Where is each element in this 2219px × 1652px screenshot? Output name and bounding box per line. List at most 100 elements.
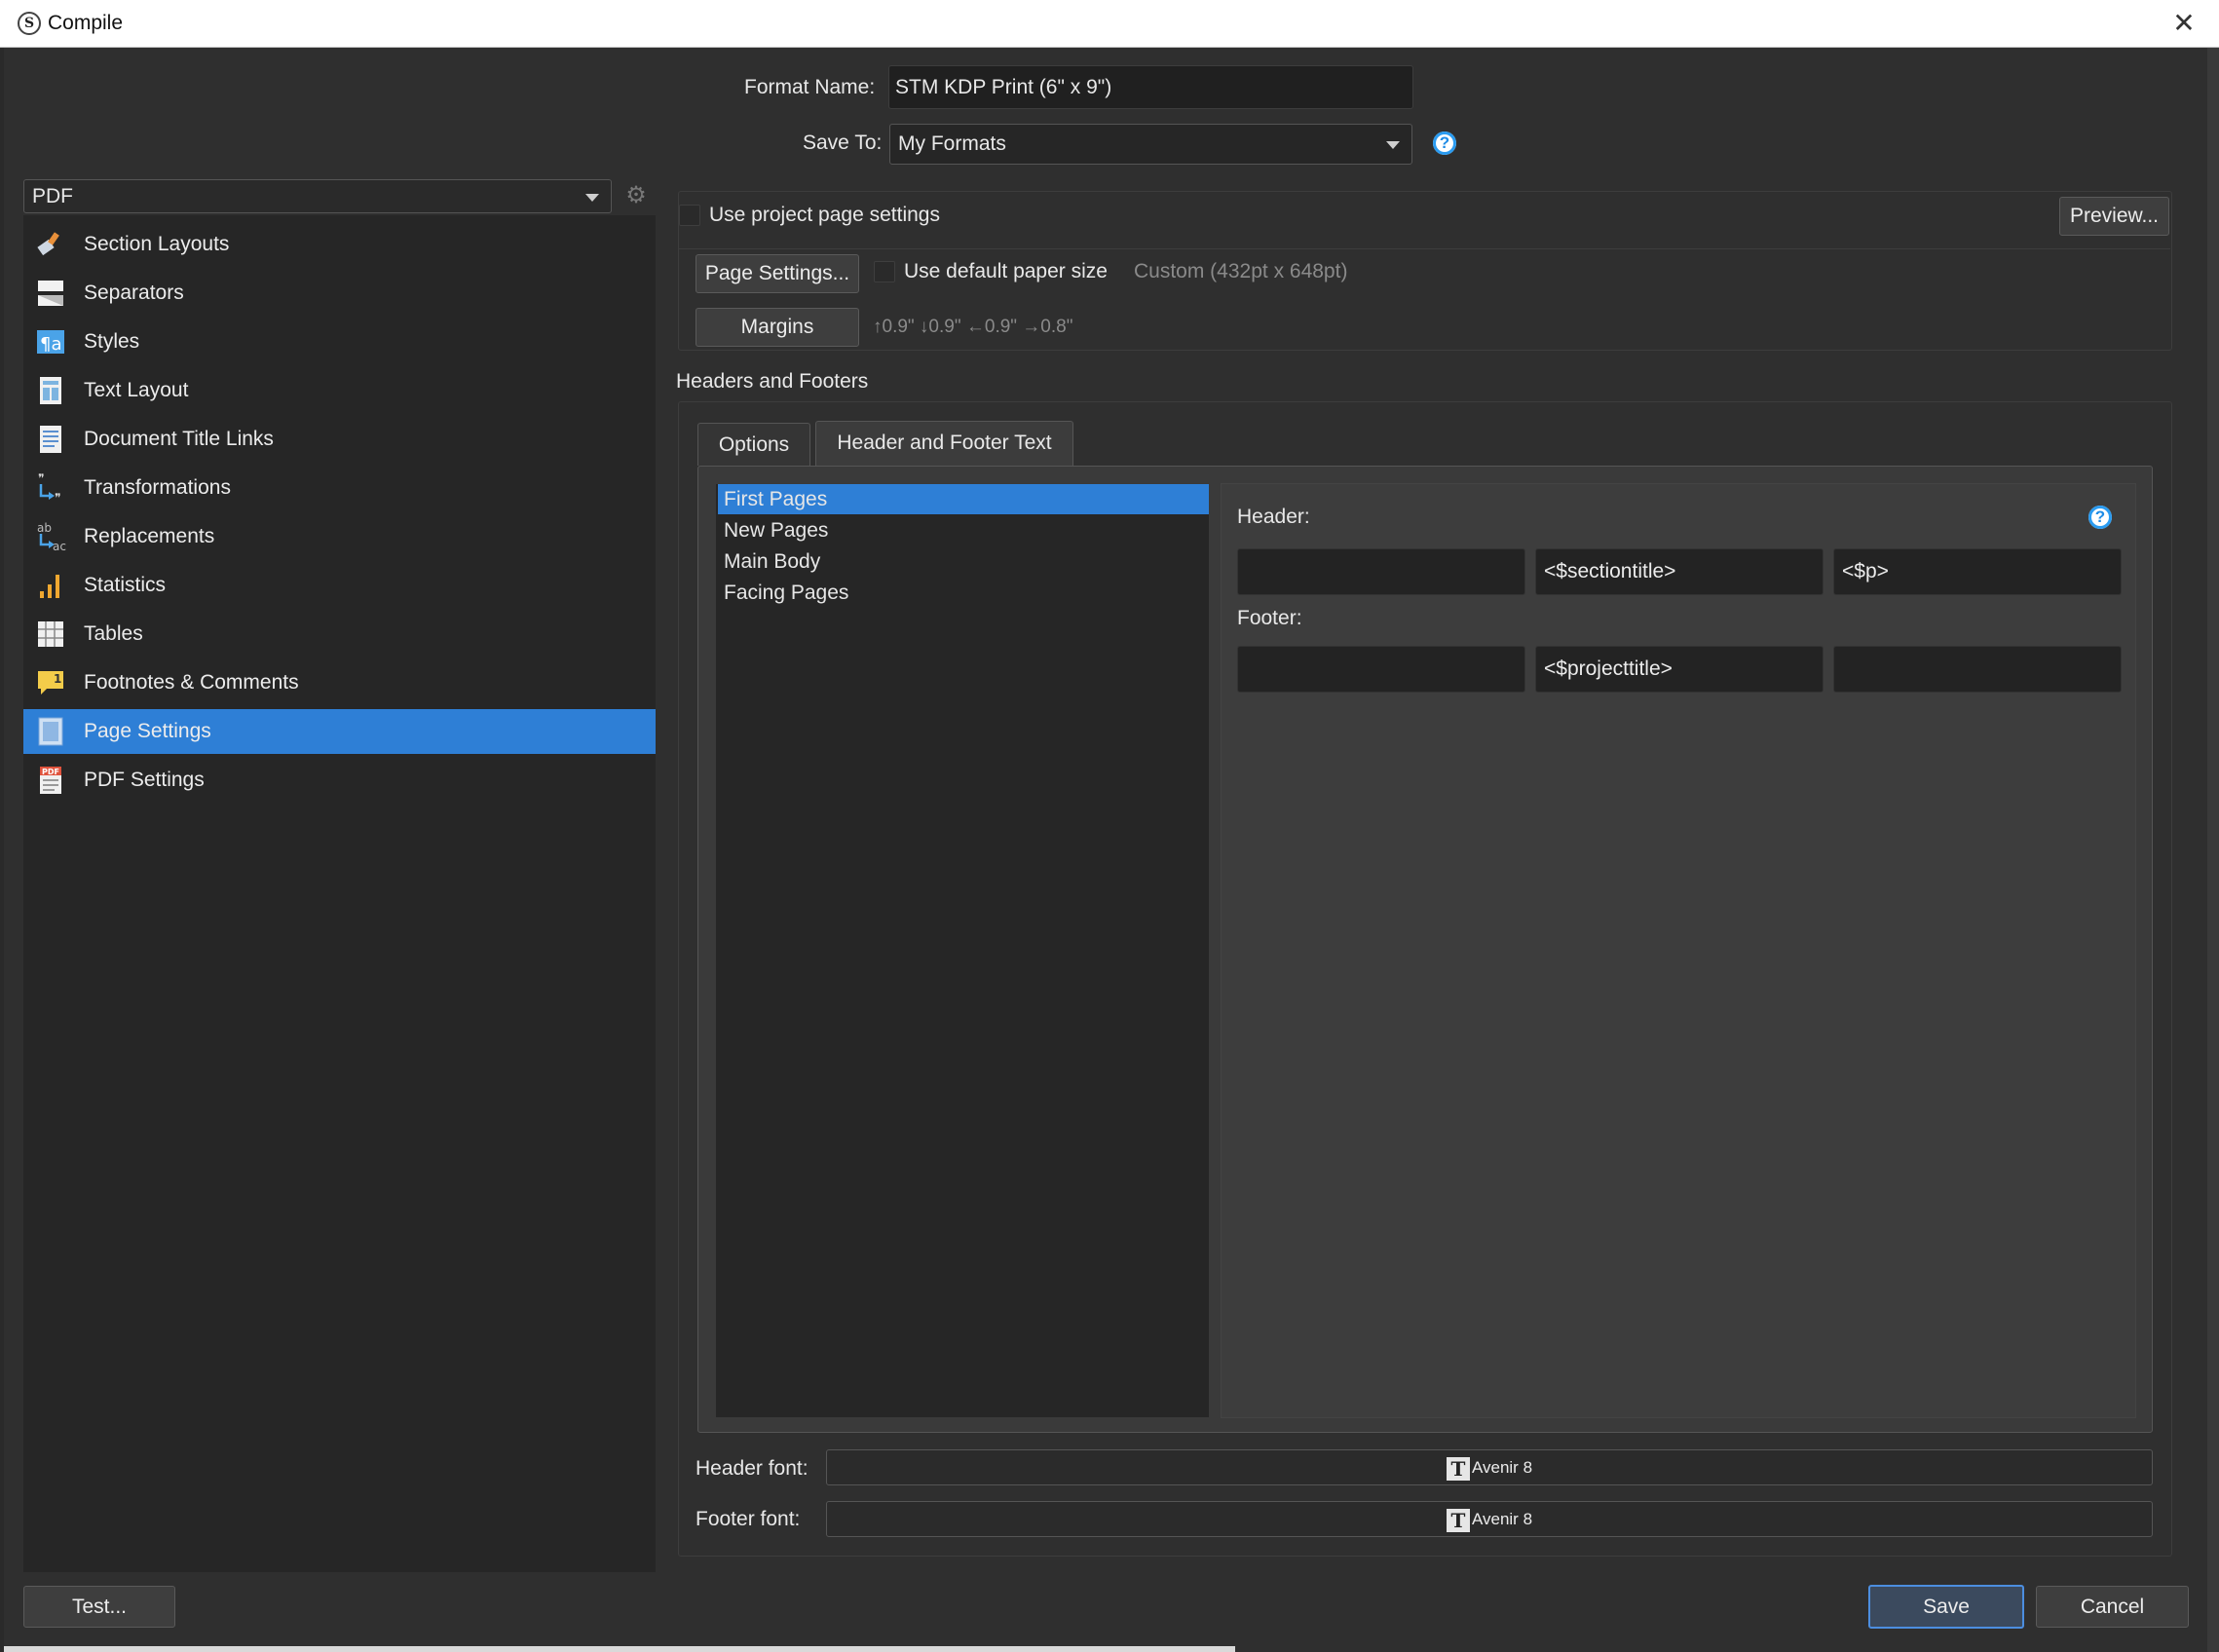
- sidebar-item-page-settings[interactable]: Page Settings: [23, 709, 656, 754]
- section-layouts-icon: [37, 232, 59, 256]
- svg-text:❞: ❞: [38, 472, 44, 485]
- svg-text:1: 1: [54, 672, 61, 686]
- header-right-field[interactable]: <$p>: [1833, 548, 2122, 595]
- use-default-paper-size-label: Use default paper size: [904, 260, 1108, 282]
- header-center-field[interactable]: <$sectiontitle>: [1535, 548, 1824, 595]
- headers-footers-title: Headers and Footers: [676, 370, 869, 393]
- sidebar-item-separators[interactable]: Separators: [23, 271, 656, 316]
- gear-icon[interactable]: ⚙: [623, 183, 649, 208]
- document-title-links-icon: [40, 426, 61, 453]
- transformations-icon: ❞❞: [38, 472, 60, 504]
- sidebar-item-label: Styles: [84, 330, 140, 353]
- sidebar-item-replacements[interactable]: ab ac Replacements: [23, 514, 656, 559]
- svg-text:¶a: ¶a: [40, 334, 61, 355]
- margins-text: ↑0.9" ↓0.9" ←0.9" →0.8": [873, 317, 1073, 337]
- svg-text:❞: ❞: [55, 491, 60, 504]
- header-footer-text-panel: Header: ? <$sectiontitle> <$p> Footer: <…: [1221, 483, 2136, 1418]
- save-to-dropdown[interactable]: My Formats: [889, 124, 1412, 165]
- compile-options-sidebar: Section Layouts Separators ¶a Styles Tex…: [23, 215, 656, 1572]
- sidebar-item-transformations[interactable]: ❞ ❞ Transformations: [23, 466, 656, 510]
- compile-for-value: PDF: [32, 185, 73, 207]
- header-left-field[interactable]: [1237, 548, 1525, 595]
- test-button[interactable]: Test...: [23, 1586, 175, 1628]
- footer-font-label: Footer font:: [696, 1508, 801, 1530]
- sidebar-item-label: Replacements: [84, 525, 215, 547]
- footer-label: Footer:: [1237, 607, 1302, 629]
- sidebar-item-text-layout[interactable]: Text Layout: [23, 368, 656, 413]
- save-to-label: Save To:: [803, 131, 883, 154]
- window-title: Compile: [48, 12, 124, 34]
- header-label: Header:: [1237, 506, 1310, 528]
- format-name-input[interactable]: STM KDP Print (6" x 9"): [888, 65, 1413, 109]
- horizontal-scrollbar[interactable]: [4, 1646, 1235, 1652]
- font-icon: T: [1446, 1508, 1470, 1532]
- sidebar-item-label: Section Layouts: [84, 233, 230, 255]
- cancel-button[interactable]: Cancel: [2036, 1586, 2189, 1628]
- sidebar-item-label: Tables: [84, 622, 143, 645]
- chevron-down-icon: [585, 193, 599, 202]
- footer-left-field[interactable]: [1237, 646, 1525, 693]
- list-item-first-pages[interactable]: First Pages: [718, 484, 1209, 514]
- svg-text:ab: ab: [37, 521, 52, 535]
- footer-right-field[interactable]: [1833, 646, 2122, 693]
- footer-font-value: Avenir 8: [1471, 1510, 1533, 1528]
- svg-text:ac: ac: [53, 540, 66, 552]
- sidebar-item-pdf-settings[interactable]: PDF PDF Settings: [23, 758, 656, 803]
- footer-font-button[interactable]: T Avenir 8: [826, 1501, 2153, 1537]
- tab-header-and-footer-text[interactable]: Header and Footer Text: [815, 421, 1073, 466]
- help-icon[interactable]: ?: [1433, 131, 1456, 155]
- page-settings-icon: [38, 717, 63, 746]
- sidebar-item-document-title-links[interactable]: Document Title Links: [23, 417, 656, 462]
- use-project-page-settings-checkbox[interactable]: [679, 205, 700, 226]
- sidebar-item-styles[interactable]: ¶a Styles: [23, 319, 656, 364]
- page-settings-button[interactable]: Page Settings...: [696, 254, 859, 293]
- sidebar-item-label: Separators: [84, 282, 184, 304]
- scrivener-app-icon: S: [18, 12, 41, 35]
- divider: [679, 248, 2170, 249]
- preview-button[interactable]: Preview...: [2059, 197, 2169, 236]
- sidebar-item-label: Document Title Links: [84, 428, 274, 450]
- list-item-facing-pages[interactable]: Facing Pages: [718, 578, 1209, 608]
- sidebar-item-tables[interactable]: Tables: [23, 612, 656, 657]
- tab-options[interactable]: Options: [697, 423, 810, 466]
- pdf-settings-icon: PDF: [40, 767, 61, 794]
- replacements-icon: abac: [37, 521, 66, 552]
- compile-for-dropdown[interactable]: PDF: [23, 179, 612, 213]
- sidebar-item-footnotes-comments[interactable]: 1 Footnotes & Comments: [23, 660, 656, 705]
- sidebar-item-section-layouts[interactable]: Section Layouts: [23, 222, 656, 267]
- sidebar-item-statistics[interactable]: Statistics: [23, 563, 656, 608]
- font-icon: T: [1446, 1456, 1470, 1481]
- sidebar-item-label: Statistics: [84, 574, 167, 596]
- margins-button[interactable]: Margins: [696, 308, 859, 347]
- footer-center-field[interactable]: <$projecttitle>: [1535, 646, 1824, 693]
- save-button[interactable]: Save: [1868, 1585, 2024, 1629]
- window-right-edge: [2207, 48, 2219, 1652]
- header-font-button[interactable]: T Avenir 8: [826, 1449, 2153, 1485]
- text-layout-icon: [40, 377, 61, 404]
- separators-icon: [38, 281, 63, 306]
- use-project-page-settings-label: Use project page settings: [709, 204, 940, 226]
- styles-icon: ¶a: [37, 330, 64, 355]
- svg-text:PDF: PDF: [42, 768, 59, 776]
- header-font-value: Avenir 8: [1471, 1458, 1533, 1477]
- close-icon[interactable]: ✕: [2166, 6, 2201, 41]
- sidebar-item-label: Transformations: [84, 476, 231, 499]
- page-type-list: First Pages New Pages Main Body Facing P…: [715, 483, 1210, 1418]
- format-name-label: Format Name:: [744, 76, 876, 98]
- paper-size-text: Custom (432pt x 648pt): [1134, 260, 1348, 282]
- footnotes-comments-icon: 1: [38, 671, 63, 695]
- save-to-value: My Formats: [898, 132, 1006, 155]
- title-bar: S Compile ✕: [0, 0, 2219, 48]
- chevron-down-icon: [1386, 141, 1400, 149]
- sidebar-item-label: Page Settings: [84, 720, 211, 742]
- sidebar-item-label: PDF Settings: [84, 769, 205, 791]
- tables-icon: [38, 621, 63, 647]
- list-item-main-body[interactable]: Main Body: [718, 546, 1209, 577]
- sidebar-item-label: Text Layout: [84, 379, 189, 401]
- use-default-paper-size-checkbox[interactable]: [874, 261, 895, 282]
- list-item-new-pages[interactable]: New Pages: [718, 515, 1209, 545]
- statistics-icon: [40, 575, 59, 598]
- sidebar-item-label: Footnotes & Comments: [84, 671, 299, 694]
- help-icon[interactable]: ?: [2088, 506, 2112, 529]
- header-font-label: Header font:: [696, 1457, 809, 1480]
